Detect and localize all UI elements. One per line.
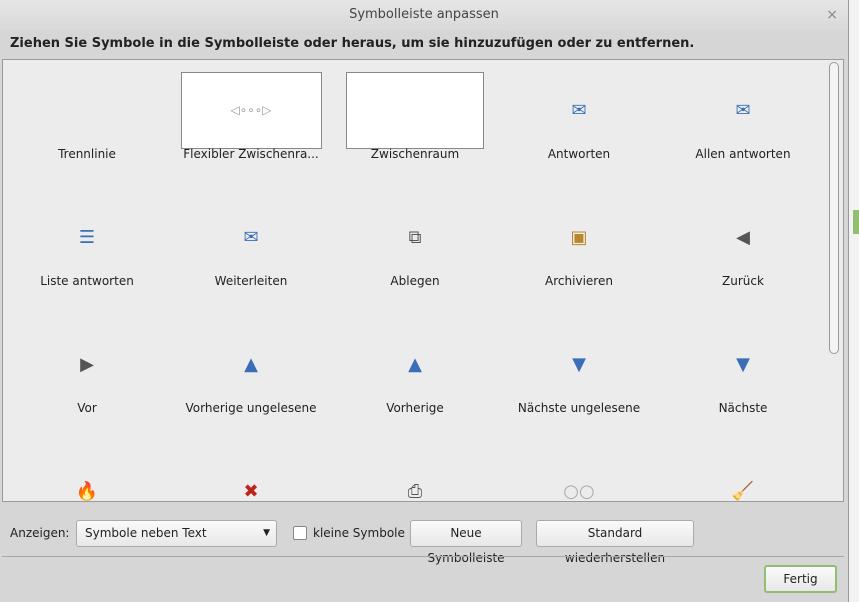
palette-item-icon: [5, 95, 169, 125]
palette-item-label: Vorherige: [386, 401, 444, 415]
palette-item-label: Archivieren: [545, 274, 613, 288]
palette-item[interactable]: ▲ Vorherige ungelesene: [169, 349, 333, 416]
palette-item-icon: ⎙: [407, 480, 423, 502]
palette-item-icon: ▲: [244, 353, 258, 375]
palette-item[interactable]: ✉ Allen antworten: [661, 95, 825, 162]
palette-item-label: Vorherige ungelesene: [185, 401, 317, 415]
palette-item-icon: ▲: [408, 353, 422, 375]
new-toolbar-button[interactable]: Neue Symbolleiste: [410, 520, 522, 565]
palette-item-icon: ▶: [80, 353, 94, 375]
palette-item-icon: 🧹: [731, 480, 755, 502]
palette-item-icon: ✉: [571, 99, 587, 121]
scrollbar[interactable]: [829, 62, 840, 499]
instruction-text: Ziehen Sie Symbole in die Symbolleiste o…: [10, 36, 695, 51]
palette-item-label: Flexibler Zwischenra...: [183, 147, 319, 161]
palette-item-icon: ◁∘∘∘▷: [230, 103, 272, 117]
palette-item-icon: ☰: [78, 226, 96, 248]
palette-item-label: Zwischenraum: [370, 147, 460, 161]
palette-item-label: Trennlinie: [58, 147, 116, 161]
palette-item[interactable]: ⎙: [333, 476, 497, 502]
palette-item-icon: ✉: [735, 99, 751, 121]
palette-item[interactable]: ▣ Archivieren: [497, 222, 661, 289]
palette-item-label: Vor: [77, 401, 97, 415]
palette-item[interactable]: ◁∘∘∘▷ Flexibler Zwischenra...: [169, 95, 333, 161]
palette-item-label: Liste antworten: [40, 274, 134, 288]
show-select-value: Symbole neben Text: [85, 526, 207, 540]
palette-item-icon: ▼: [736, 353, 750, 375]
palette-item-icon: ◀: [736, 226, 750, 248]
palette-item-icon: [333, 95, 497, 125]
palette-item[interactable]: ☰ Liste antworten: [5, 222, 169, 289]
palette-item[interactable]: Trennlinie: [5, 95, 169, 161]
palette-item[interactable]: ○○: [497, 476, 661, 502]
palette-item[interactable]: ◀ Zurück: [661, 222, 825, 289]
show-select[interactable]: Symbole neben Text ▼: [76, 520, 277, 547]
show-label: Anzeigen:: [10, 526, 70, 540]
divider: [2, 556, 844, 557]
close-icon[interactable]: ×: [826, 0, 838, 30]
palette-item-label: Nächste ungelesene: [517, 401, 641, 415]
done-button[interactable]: Fertig: [764, 565, 837, 593]
palette-item-label: Weiterleiten: [214, 274, 288, 288]
small-icons-label[interactable]: kleine Symbole: [313, 526, 405, 540]
palette-item[interactable]: ▼ Nächste ungelesene: [497, 349, 661, 416]
palette-item[interactable]: ✉ Weiterleiten: [169, 222, 333, 289]
palette-item-label: Antworten: [547, 147, 611, 161]
customize-toolbar-dialog: Symbolleiste anpassen × Ziehen Sie Symbo…: [0, 0, 848, 602]
restore-default-button[interactable]: Standard wiederherstellen: [536, 520, 694, 565]
scrollbar-thumb[interactable]: [829, 62, 839, 354]
palette-item-label: Nächste: [718, 401, 768, 415]
dialog-title: Symbolleiste anpassen: [349, 7, 499, 22]
chevron-down-icon: ▼: [263, 528, 270, 538]
palette-item-label: Allen antworten: [695, 147, 791, 161]
palette-item[interactable]: 🧹: [661, 476, 825, 502]
palette-item-icon: ✉: [243, 226, 259, 248]
palette-item[interactable]: ✖: [169, 476, 333, 502]
palette-item[interactable]: ▼ Nächste: [661, 349, 825, 416]
palette-item[interactable]: ⧉ Ablegen: [333, 222, 497, 289]
palette-item[interactable]: ✉ Antworten: [497, 95, 661, 162]
title-bar: Symbolleiste anpassen: [0, 0, 848, 30]
small-icons-checkbox[interactable]: [293, 526, 307, 540]
background-window: [848, 0, 859, 602]
palette-item-label: Zurück: [722, 274, 764, 288]
palette-item-icon: ✖: [243, 480, 259, 502]
palette-item[interactable]: ▶ Vor: [5, 349, 169, 416]
palette-item-icon: ○○: [563, 480, 595, 502]
palette-item-icon: 🔥: [75, 480, 99, 502]
toolbar-items-palette: Trennlinie ◁∘∘∘▷ Flexibler Zwischenra... Zw…: [2, 59, 844, 502]
palette-item-icon: ▼: [572, 353, 586, 375]
palette-item-icon: ⧉: [408, 226, 422, 248]
palette-item[interactable]: ▲ Vorherige: [333, 349, 497, 416]
palette-item[interactable]: Zwischenraum: [333, 95, 497, 161]
palette-item-icon: ▣: [570, 226, 588, 248]
palette-item[interactable]: 🔥: [5, 476, 169, 502]
palette-item-label: Ablegen: [390, 274, 440, 288]
